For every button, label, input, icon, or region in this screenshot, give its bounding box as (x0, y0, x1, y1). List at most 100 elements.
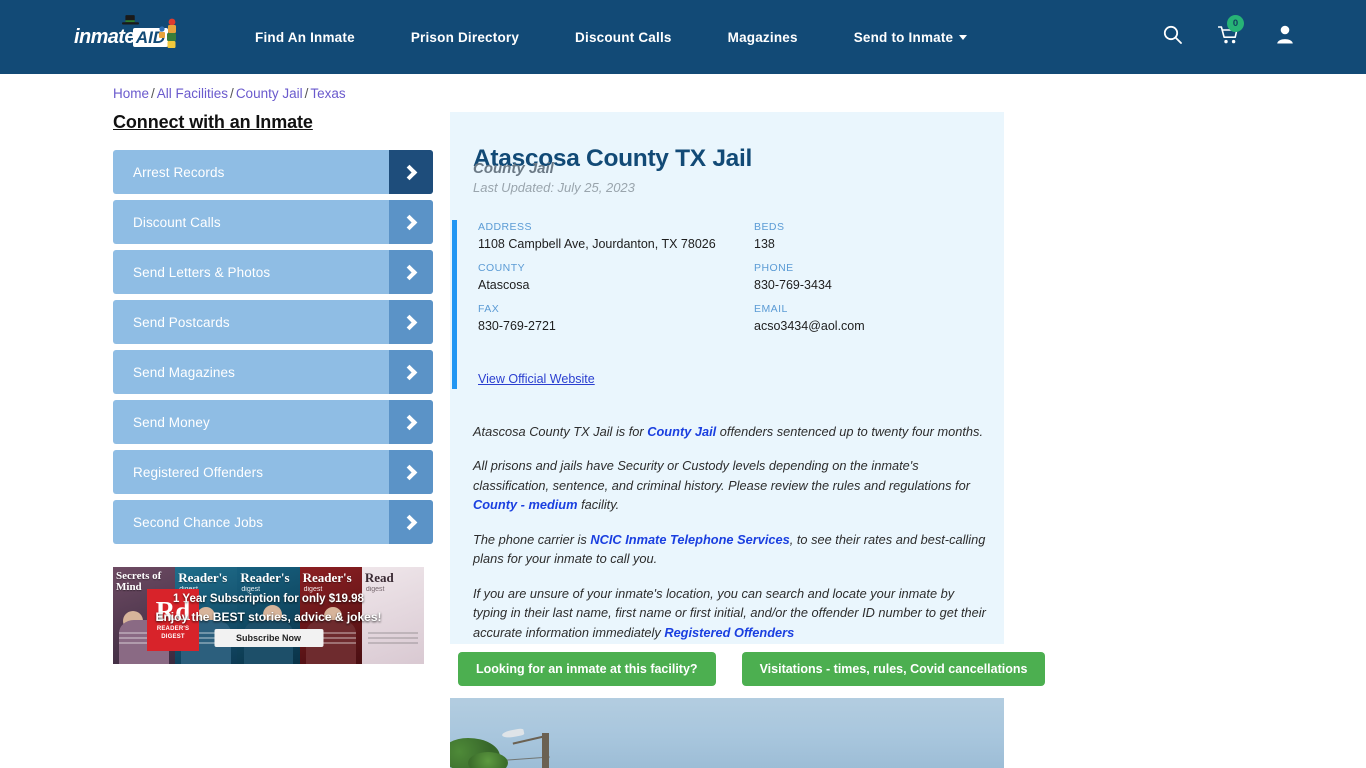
breadcrumb-separator: / (304, 86, 309, 101)
info-field-county: COUNTY Atascosa (478, 261, 754, 302)
info-value: Atascosa (478, 277, 530, 292)
ad-brand-label: READER'S DIGEST (156, 626, 190, 640)
description-paragraph-2: All prisons and jails have Security or C… (473, 456, 987, 514)
logo-wordmark: inmate (74, 26, 135, 48)
chevron-right-icon (389, 400, 433, 444)
sidebar-item-label: Send Money (133, 414, 210, 430)
description-paragraph-3: The phone carrier is NCIC Inmate Telepho… (473, 530, 987, 569)
ad-cover-sub: digest (365, 586, 385, 593)
sidebar-item-label: Discount Calls (133, 214, 221, 230)
breadcrumb-separator: / (230, 86, 234, 101)
info-label: PHONE (754, 262, 794, 274)
info-field-phone: PHONE 830-769-3434 (754, 261, 988, 302)
ad-cover-masthead: Reader's (302, 570, 352, 585)
info-field-email: EMAIL acso3434@aol.com (754, 302, 988, 343)
breadcrumb: Home / All Facilities / County Jail / Texas (113, 86, 346, 101)
tophat-icon (122, 15, 139, 25)
sidebar-item-discount-calls[interactable]: Discount Calls (113, 200, 433, 244)
sidebar-item-registered-offenders[interactable]: Registered Offenders (113, 450, 433, 494)
user-icon[interactable] (1276, 25, 1294, 49)
nav-item-prison-directory[interactable]: Prison Directory (411, 30, 519, 45)
sidebar-item-label: Arrest Records (133, 164, 225, 180)
mascot-figures-icon (159, 18, 176, 48)
sidebar-item-send-magazines[interactable]: Send Magazines (113, 350, 433, 394)
breadcrumb-item-home[interactable]: Home (113, 86, 149, 101)
search-icon[interactable] (1163, 25, 1182, 49)
facility-info-block: ADDRESS 1108 Campbell Ave, Jourdanton, T… (452, 220, 1002, 389)
facility-content-card: Atascosa County TX Jail County Jail Last… (450, 112, 1004, 644)
primary-navigation: Find An Inmate Prison Directory Discount… (255, 0, 1023, 74)
breadcrumb-separator: / (151, 86, 155, 101)
chevron-right-icon (389, 200, 433, 244)
link-county-medium[interactable]: County - medium (473, 497, 578, 512)
cta-button-row: Looking for an inmate at this facility? … (458, 652, 1046, 686)
chevron-right-icon (389, 150, 433, 194)
facility-info-grid: ADDRESS 1108 Campbell Ave, Jourdanton, T… (478, 220, 988, 343)
info-label: EMAIL (754, 303, 788, 315)
link-registered-offenders[interactable]: Registered Offenders (664, 625, 794, 640)
paragraph-text: The phone carrier is (473, 531, 591, 547)
info-label: ADDRESS (478, 221, 532, 233)
looking-for-inmate-button[interactable]: Looking for an inmate at this facility? (458, 652, 716, 686)
cart-count-badge: 0 (1227, 14, 1244, 32)
info-field-beds: BEDS 138 (754, 220, 988, 261)
header-icon-group: 0 (1163, 0, 1294, 74)
chevron-right-icon (389, 350, 433, 394)
breadcrumb-item-county-jail[interactable]: County Jail (236, 86, 303, 101)
site-logo[interactable]: inmate AID (74, 15, 192, 57)
sidebar-item-label: Send Magazines (133, 364, 235, 380)
sidebar-item-send-money[interactable]: Send Money (113, 400, 433, 444)
utility-pole (542, 733, 549, 768)
paragraph-text: facility. (577, 497, 620, 513)
info-field-address: ADDRESS 1108 Campbell Ave, Jourdanton, T… (478, 220, 754, 261)
ad-cover-sub: digest (303, 586, 323, 593)
sidebar-item-label: Registered Offenders (133, 464, 264, 480)
info-label: BEDS (754, 221, 785, 233)
ad-cover-masthead: Reader's (178, 570, 228, 585)
sidebar-item-label: Send Postcards (133, 314, 230, 330)
sidebar: Connect with an Inmate Arrest Records Di… (113, 112, 433, 550)
ad-cover-sub: digest (241, 586, 261, 593)
nav-item-find-an-inmate[interactable]: Find An Inmate (255, 30, 355, 45)
chevron-right-icon (389, 450, 433, 494)
info-value: 830-769-2721 (478, 318, 556, 333)
sidebar-item-send-postcards[interactable]: Send Postcards (113, 300, 433, 344)
sidebar-item-second-chance-jobs[interactable]: Second Chance Jobs (113, 500, 433, 544)
visitations-button[interactable]: Visitations - times, rules, Covid cancel… (741, 652, 1046, 686)
nav-item-magazines[interactable]: Magazines (728, 30, 798, 45)
ad-headline: 1 Year Subscription for only $19.98 (173, 593, 364, 605)
ad-cover-masthead: Reader's (240, 570, 290, 585)
sidebar-item-send-letters-photos[interactable]: Send Letters & Photos (113, 250, 433, 294)
breadcrumb-item-all-facilities[interactable]: All Facilities (157, 86, 228, 101)
info-label: FAX (478, 303, 500, 315)
chevron-right-icon (389, 300, 433, 344)
streetlamp-icon (501, 727, 525, 740)
info-label: COUNTY (478, 262, 526, 274)
facility-type-subtitle: County Jail (473, 160, 554, 177)
nav-item-send-to-inmate[interactable]: Send to Inmate (854, 30, 968, 45)
tree-foliage (468, 752, 508, 768)
link-county-jail[interactable]: County Jail (647, 424, 716, 439)
facility-street-view-photo (450, 698, 1004, 768)
advertisement-banner[interactable]: Secrets of Mind Reader's digest Reader's… (113, 567, 424, 664)
link-ncic-inmate-telephone-services[interactable]: NCIC Inmate Telephone Services (590, 532, 789, 547)
nav-item-discount-calls[interactable]: Discount Calls (575, 30, 672, 45)
info-value: 830-769-3434 (754, 277, 832, 292)
description-paragraph-4: If you are unsure of your inmate's locat… (473, 584, 987, 642)
site-header: inmate AID Find An Inmate Prison Director… (0, 0, 1366, 74)
breadcrumb-item-texas[interactable]: Texas (310, 86, 345, 101)
view-official-website-link[interactable]: View Official Website (478, 372, 595, 386)
paragraph-text: All prisons and jails have Security or C… (473, 458, 970, 493)
ad-subline: Enjoy the BEST stories, advice & jokes! (155, 610, 382, 624)
ad-subscribe-button[interactable]: Subscribe Now (213, 629, 324, 647)
sidebar-heading: Connect with an Inmate (113, 112, 313, 132)
sidebar-item-arrest-records[interactable]: Arrest Records (113, 150, 433, 194)
paragraph-text: offenders sentenced up to twenty four mo… (716, 424, 983, 439)
info-accent-bar (452, 220, 457, 389)
chevron-right-icon (389, 500, 433, 544)
nav-item-send-to-inmate-label: Send to Inmate (853, 29, 954, 45)
cart-icon[interactable]: 0 (1217, 14, 1244, 50)
description-paragraph-1: Atascosa County TX Jail is for County Ja… (473, 422, 987, 441)
info-value: 1108 Campbell Ave, Jourdanton, TX 78026 (478, 236, 716, 251)
facility-description: Atascosa County TX Jail is for County Ja… (473, 422, 987, 657)
